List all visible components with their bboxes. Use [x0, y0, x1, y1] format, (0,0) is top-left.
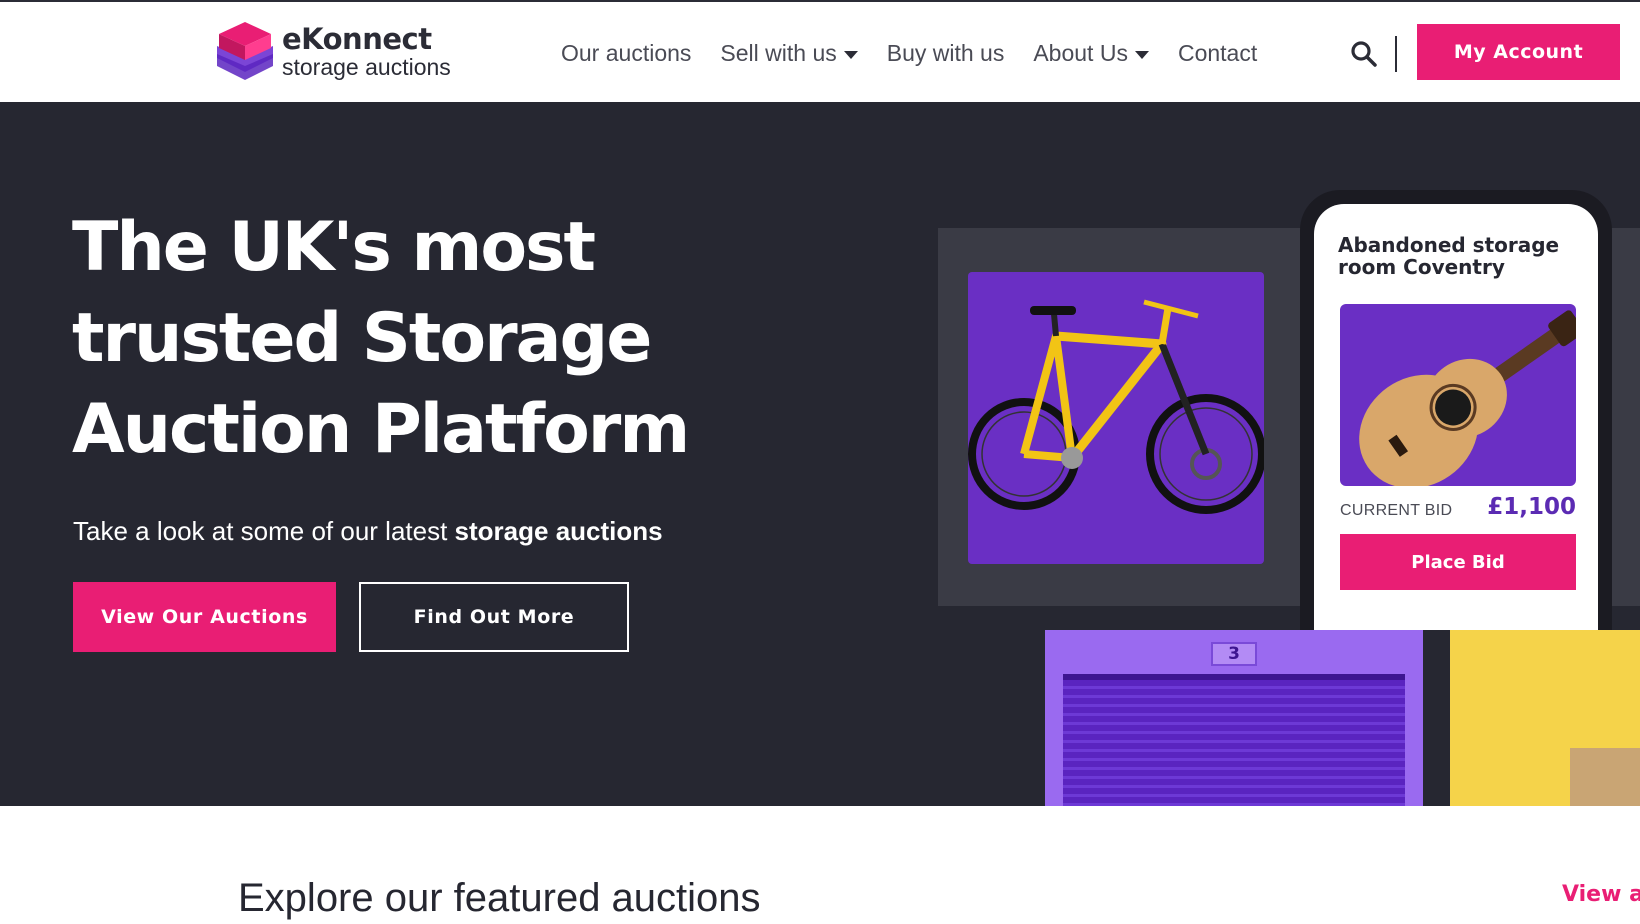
guitar-icon [1359, 310, 1576, 486]
guitar-image [1340, 304, 1576, 486]
nav-item-label: Buy with us [886, 40, 1005, 66]
caret-down-icon [843, 50, 858, 59]
nav-our-auctions[interactable]: Our auctions [561, 40, 691, 67]
current-bid-value: £1,100 [1487, 494, 1576, 520]
logo[interactable]: eKonnect storage auctions [216, 22, 451, 82]
main-menu: Our auctions Sell with us Buy with us Ab… [561, 40, 1286, 67]
yellow-storage-image [1450, 630, 1640, 806]
bicycle-icon [968, 299, 1264, 514]
nav-sell-with-us[interactable]: Sell with us [720, 40, 858, 67]
hero-subtitle: Take a look at some of our latest storag… [73, 516, 663, 547]
phone-mockup: Abandoned storage room Coventry CURRENT … [1300, 190, 1612, 630]
top-navigation: eKonnect storage auctions Our auctions S… [0, 0, 1640, 102]
my-account-button[interactable]: My Account [1417, 24, 1620, 80]
search-icon[interactable] [1350, 40, 1378, 68]
current-bid-label: CURRENT BID [1340, 502, 1453, 519]
logo-tagline: storage auctions [282, 54, 451, 80]
featured-heading: Explore our featured auctions [238, 876, 761, 920]
hero-section: The UK's most trusted Storage Auction Pl… [0, 102, 1640, 806]
hero-title: The UK's most trusted Storage Auction Pl… [72, 208, 690, 469]
find-out-more-button[interactable]: Find Out More [359, 582, 629, 652]
cardboard-box [1570, 748, 1640, 806]
hero-subtitle-text: Take a look at some of our latest [73, 516, 455, 546]
nav-item-label: About Us [1033, 40, 1128, 66]
nav-item-label: Contact [1177, 40, 1258, 66]
roller-door [1063, 674, 1405, 806]
logo-icon [217, 22, 273, 80]
auction-card-title: Abandoned storage room Coventry [1338, 233, 1560, 279]
unit-number: 3 [1211, 642, 1257, 666]
nav-divider [1395, 36, 1397, 72]
caret-down-icon [1134, 50, 1149, 59]
phone-screen: Abandoned storage room Coventry CURRENT … [1314, 204, 1598, 630]
view-auctions-button[interactable]: View Our Auctions [73, 582, 336, 652]
nav-contact[interactable]: Contact [1178, 40, 1257, 67]
nav-about-us[interactable]: About Us [1033, 40, 1149, 67]
storage-unit-image: 3 [1045, 630, 1423, 806]
view-all-link[interactable]: View al [1562, 882, 1640, 907]
bicycle-image [968, 272, 1264, 564]
logo-name: eKonnect [282, 22, 432, 56]
nav-item-label: Sell with us [720, 40, 837, 66]
nav-buy-with-us[interactable]: Buy with us [887, 40, 1005, 67]
nav-item-label: Our auctions [561, 40, 692, 66]
place-bid-button[interactable]: Place Bid [1340, 534, 1576, 590]
hero-subtitle-highlight: storage auctions [454, 516, 663, 546]
